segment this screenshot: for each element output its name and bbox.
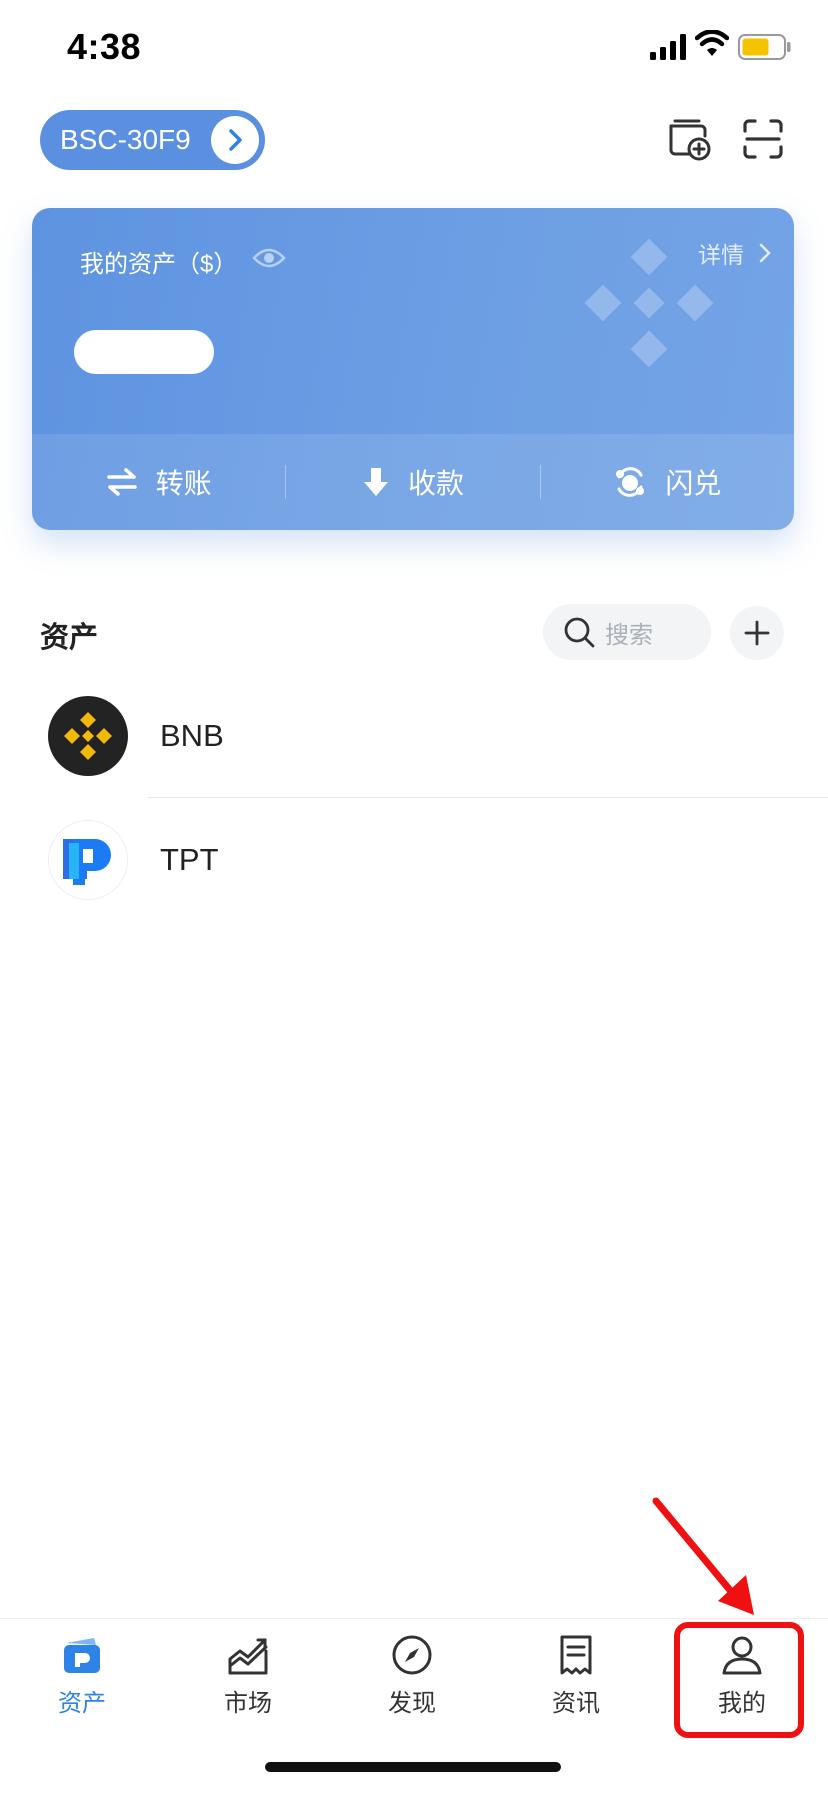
home-indicator: [265, 1762, 561, 1772]
compass-icon: [392, 1635, 432, 1675]
token-row-tpt[interactable]: TPT: [0, 798, 828, 922]
search-placeholder: 搜索: [605, 621, 653, 649]
tab-assets[interactable]: 资产: [22, 1633, 142, 1718]
swap-button[interactable]: 闪兑: [541, 434, 794, 530]
assets-title: 资产: [40, 622, 99, 654]
swap-icon: [616, 467, 645, 497]
tab-label: 发现: [388, 1690, 436, 1717]
tab-news[interactable]: 资讯: [516, 1633, 636, 1718]
wallet-selector[interactable]: BSC-30F9: [40, 110, 265, 170]
transfer-button[interactable]: 转账: [32, 434, 285, 530]
bnb-watermark-icon: [584, 238, 714, 368]
swap-label: 闪兑: [665, 468, 722, 499]
wallet-icon: [64, 1638, 100, 1673]
annotation-highlight: [674, 1622, 804, 1738]
tab-discover[interactable]: 发现: [352, 1633, 472, 1718]
search-icon: [564, 617, 595, 648]
search-input[interactable]: 搜索: [543, 604, 711, 660]
wallet-name: BSC-30F9: [60, 124, 191, 155]
tpt-logo-icon: [48, 820, 128, 900]
receive-button[interactable]: 收款: [286, 434, 539, 530]
receive-label: 收款: [407, 468, 464, 499]
tab-market[interactable]: 市场: [188, 1633, 308, 1718]
detail-label: 详情: [698, 242, 744, 268]
asset-card: 我的资产（$） 详情 转账 收款 闪兑: [32, 208, 794, 530]
status-time: 4:38: [67, 26, 142, 67]
download-arrow-icon: [363, 468, 388, 496]
add-token-button[interactable]: [730, 606, 784, 660]
tab-label: 市场: [224, 1690, 272, 1717]
transfer-label: 转账: [155, 468, 212, 499]
bnb-logo-icon: [48, 696, 128, 776]
annotation-arrow-icon: [652, 1497, 754, 1615]
tab-label: 资讯: [552, 1690, 600, 1717]
token-symbol: TPT: [160, 842, 219, 877]
add-wallet-icon[interactable]: [666, 116, 712, 162]
token-row-bnb[interactable]: BNB: [0, 674, 828, 798]
chevron-right-icon: [759, 243, 771, 263]
scan-icon[interactable]: [742, 118, 784, 160]
chart-icon: [228, 1638, 268, 1675]
signal-icon: [650, 34, 686, 60]
news-icon: [560, 1635, 592, 1675]
battery-icon: [738, 34, 791, 60]
eye-icon[interactable]: [252, 244, 286, 272]
plus-icon: [744, 620, 770, 646]
wifi-icon: [695, 30, 729, 56]
card-actions: 转账 收款 闪兑: [32, 434, 794, 530]
asset-label: 我的资产（$）: [80, 251, 238, 278]
transfer-icon: [106, 468, 137, 496]
token-symbol: BNB: [160, 718, 224, 753]
balance-redaction: [74, 330, 214, 374]
chevron-right-icon: [211, 116, 259, 164]
tab-label: 资产: [58, 1690, 106, 1717]
detail-link[interactable]: 详情: [698, 236, 772, 270]
